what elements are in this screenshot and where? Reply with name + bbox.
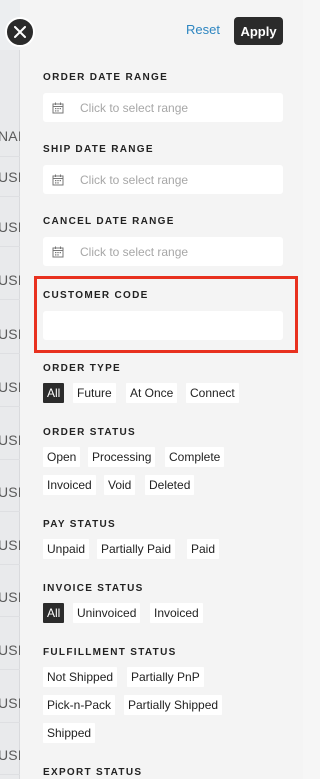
background-row: USD (0, 735, 28, 775)
order-type-chip-future[interactable]: Future (73, 383, 116, 403)
background-row: USD (0, 260, 28, 300)
order-status-chip-void[interactable]: Void (104, 475, 136, 495)
order-date-range-title: ORDER DATE RANGE (43, 72, 169, 83)
background-row: NAI (0, 115, 22, 157)
background-row: USD (0, 314, 28, 354)
order-type-chip-all[interactable]: All (43, 383, 65, 403)
background-row: USD (0, 683, 28, 723)
background-row: USD (0, 630, 28, 670)
calendar-icon (52, 102, 64, 113)
order-status-chip-invoiced[interactable]: Invoiced (43, 475, 96, 495)
fulfillment-status-chip-not-shipped[interactable]: Not Shipped (43, 667, 118, 687)
fulfillment-status-chip-shipped[interactable]: Shipped (43, 723, 96, 743)
order-status-chip-processing[interactable]: Processing (88, 447, 156, 467)
pay-status-title: PAY STATUS (43, 519, 117, 530)
close-button[interactable] (5, 17, 35, 47)
background-row: USD (0, 472, 28, 512)
fulfillment-status-chip-partially-shipped[interactable]: Partially Shipped (124, 695, 223, 715)
order-type-chip-connect[interactable]: Connect (186, 383, 239, 403)
ship-date-range-placeholder: Click to select range (80, 172, 189, 187)
order-status-chip-open[interactable]: Open (43, 447, 81, 467)
order-date-range-field[interactable]: Click to select range (43, 93, 283, 122)
apply-button[interactable]: Apply (234, 17, 283, 45)
calendar-icon (52, 246, 64, 257)
background-row: USD (0, 367, 28, 407)
pay-status-chip-paid[interactable]: Paid (187, 539, 220, 559)
order-date-range-placeholder: Click to select range (80, 100, 189, 115)
fulfillment-status-chip-partially-pnp[interactable]: Partially PnP (127, 667, 204, 687)
cancel-date-range-field[interactable]: Click to select range (43, 237, 283, 266)
order-type-title: ORDER TYPE (43, 363, 122, 374)
ship-date-range-title: SHIP DATE RANGE (43, 144, 154, 155)
order-status-chip-complete[interactable]: Complete (165, 447, 225, 467)
cancel-date-range-placeholder: Click to select range (80, 244, 189, 259)
background-row: USD (0, 525, 28, 565)
pay-status-chip-unpaid[interactable]: Unpaid (43, 539, 90, 559)
fulfillment-status-title: FULFILLMENT STATUS (43, 647, 177, 658)
export-status-title: EXPORT STATUS (43, 767, 143, 778)
reset-link[interactable]: Reset (186, 22, 220, 40)
close-icon (14, 26, 26, 38)
calendar-icon (52, 174, 64, 185)
background-row: USD (0, 577, 28, 617)
background-row: USD (0, 207, 28, 247)
background-row: USD (0, 157, 28, 197)
invoice-status-title: INVOICE STATUS (43, 583, 144, 594)
highlight-box (34, 276, 298, 353)
order-status-chip-deleted[interactable]: Deleted (145, 475, 195, 495)
order-type-chip-at-once[interactable]: At Once (126, 383, 178, 403)
fulfillment-status-chip-pick-n-pack[interactable]: Pick-n-Pack (43, 695, 116, 715)
cancel-date-range-title: CANCEL DATE RANGE (43, 216, 175, 227)
invoice-status-chip-uninvoiced[interactable]: Uninvoiced (73, 603, 141, 623)
order-status-title: ORDER STATUS (43, 427, 137, 438)
invoice-status-chip-all[interactable]: All (43, 603, 65, 623)
ship-date-range-field[interactable]: Click to select range (43, 165, 283, 194)
invoice-status-chip-invoiced[interactable]: Invoiced (150, 603, 203, 623)
background-row: USD (0, 420, 28, 460)
pay-status-chip-partially-paid[interactable]: Partially Paid (97, 539, 176, 559)
